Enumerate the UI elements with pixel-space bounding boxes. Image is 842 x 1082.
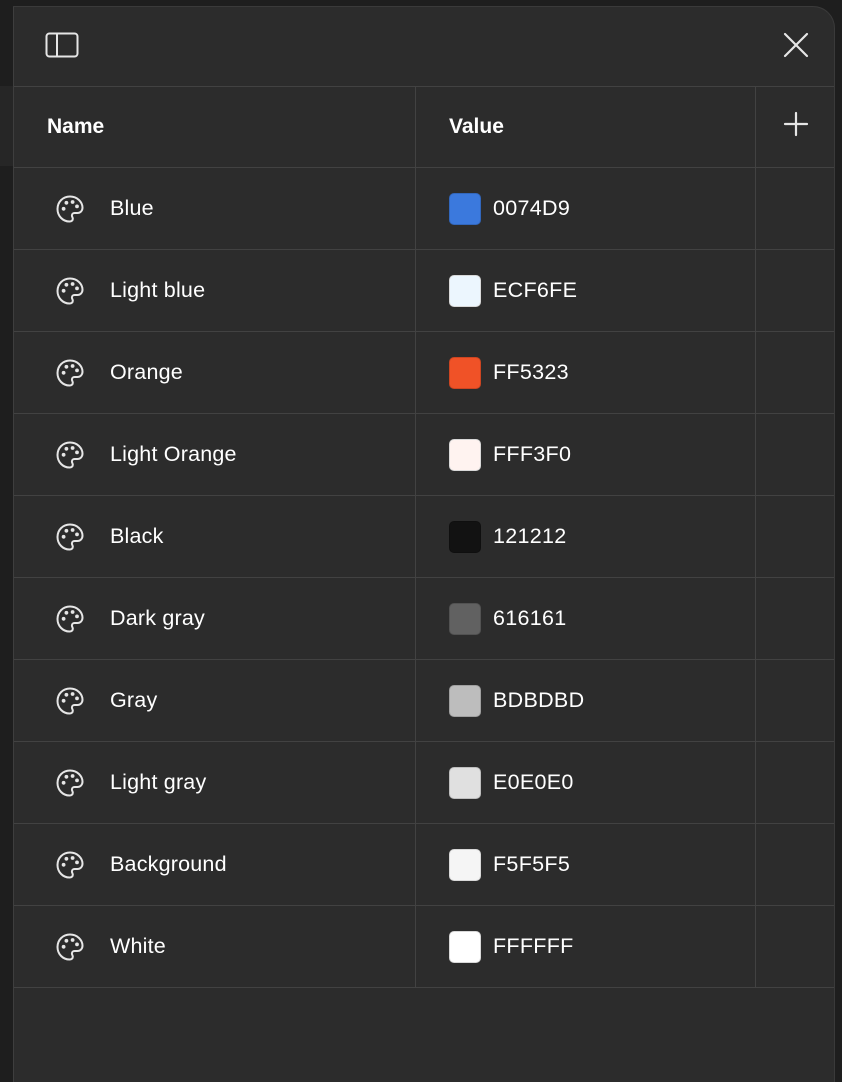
palette-icon — [54, 357, 86, 389]
hex-value: F5F5F5 — [493, 852, 571, 876]
variable-name: White — [110, 934, 166, 958]
variable-name: Orange — [110, 360, 183, 384]
name-cell[interactable]: Blue — [14, 168, 416, 249]
table-row[interactable]: Dark gray 616161 — [14, 578, 834, 660]
color-swatch[interactable] — [449, 766, 481, 799]
value-cell[interactable]: BDBDBD — [416, 660, 756, 741]
color-swatch[interactable] — [449, 192, 481, 225]
table-header-row: Name Value — [14, 86, 834, 168]
extra-cell — [756, 824, 834, 905]
hex-value: 121212 — [493, 524, 567, 548]
table-row[interactable]: Light Orange FFF3F0 — [14, 414, 834, 496]
table-body: Blue 0074D9 Light blue ECF6FE Orange FF5… — [14, 168, 834, 988]
variables-table: Name Value Blue 0074D9 Light blue ECF6FE… — [14, 86, 834, 988]
sidebar-toggle-button[interactable] — [36, 27, 88, 67]
hex-value: E0E0E0 — [493, 770, 574, 794]
value-cell[interactable]: FF5323 — [416, 332, 756, 413]
name-cell[interactable]: Light blue — [14, 250, 416, 331]
variable-name: Dark gray — [110, 606, 205, 630]
extra-cell — [756, 250, 834, 331]
variable-name: Black — [110, 524, 164, 548]
variable-name: Light blue — [110, 278, 206, 302]
value-cell[interactable]: F5F5F5 — [416, 824, 756, 905]
hex-value: FFF3F0 — [493, 442, 572, 466]
header-cell-name: Name — [14, 86, 416, 167]
variable-name: Light Orange — [110, 442, 237, 466]
value-cell[interactable]: FFF3F0 — [416, 414, 756, 495]
palette-icon — [54, 685, 86, 717]
color-swatch[interactable] — [449, 438, 481, 471]
palette-icon — [54, 603, 86, 635]
hex-value: 0074D9 — [493, 196, 571, 220]
variable-name: Gray — [110, 688, 158, 712]
value-cell[interactable]: ECF6FE — [416, 250, 756, 331]
palette-icon — [54, 193, 86, 225]
extra-cell — [756, 660, 834, 741]
name-cell[interactable]: Light Orange — [14, 414, 416, 495]
extra-cell — [756, 742, 834, 823]
plus-icon — [783, 111, 809, 142]
column-header-value: Value — [449, 114, 504, 138]
color-swatch[interactable] — [449, 602, 481, 635]
palette-icon — [54, 931, 86, 963]
value-cell[interactable]: FFFFFF — [416, 906, 756, 987]
name-cell[interactable]: Orange — [14, 332, 416, 413]
color-swatch[interactable] — [449, 356, 481, 389]
color-swatch[interactable] — [449, 520, 481, 553]
extra-cell — [756, 168, 834, 249]
extra-cell — [756, 496, 834, 577]
hex-value: 616161 — [493, 606, 567, 630]
palette-icon — [54, 275, 86, 307]
value-cell[interactable]: E0E0E0 — [416, 742, 756, 823]
name-cell[interactable]: White — [14, 906, 416, 987]
hex-value: BDBDBD — [493, 688, 585, 712]
close-icon — [783, 32, 809, 63]
color-swatch[interactable] — [449, 684, 481, 717]
table-row[interactable]: Light gray E0E0E0 — [14, 742, 834, 824]
table-row[interactable]: White FFFFFF — [14, 906, 834, 988]
table-row[interactable]: Black 121212 — [14, 496, 834, 578]
color-swatch[interactable] — [449, 274, 481, 307]
name-cell[interactable]: Dark gray — [14, 578, 416, 659]
value-cell[interactable]: 121212 — [416, 496, 756, 577]
variable-name: Background — [110, 852, 227, 876]
panel-toolbar — [14, 7, 834, 87]
add-variable-button[interactable] — [776, 107, 816, 147]
table-row[interactable]: Light blue ECF6FE — [14, 250, 834, 332]
table-row[interactable]: Gray BDBDBD — [14, 660, 834, 742]
hex-value: FFFFFF — [493, 934, 574, 958]
color-variables-panel: Name Value Blue 0074D9 Light blue ECF6FE… — [13, 6, 835, 1082]
name-cell[interactable]: Black — [14, 496, 416, 577]
color-swatch[interactable] — [449, 848, 481, 881]
variable-name: Blue — [110, 196, 154, 220]
table-row[interactable]: Background F5F5F5 — [14, 824, 834, 906]
hex-value: FF5323 — [493, 360, 569, 384]
palette-icon — [54, 439, 86, 471]
header-cell-value: Value — [416, 86, 756, 167]
close-button[interactable] — [770, 27, 822, 67]
extra-cell — [756, 578, 834, 659]
column-header-name: Name — [47, 114, 105, 138]
name-cell[interactable]: Light gray — [14, 742, 416, 823]
extra-cell — [756, 414, 834, 495]
extra-cell — [756, 332, 834, 413]
palette-icon — [54, 521, 86, 553]
value-cell[interactable]: 616161 — [416, 578, 756, 659]
table-row[interactable]: Blue 0074D9 — [14, 168, 834, 250]
palette-icon — [54, 849, 86, 881]
hex-value: ECF6FE — [493, 278, 578, 302]
value-cell[interactable]: 0074D9 — [416, 168, 756, 249]
palette-icon — [54, 767, 86, 799]
name-cell[interactable]: Gray — [14, 660, 416, 741]
table-row[interactable]: Orange FF5323 — [14, 332, 834, 414]
header-cell-add — [756, 86, 834, 167]
variable-name: Light gray — [110, 770, 207, 794]
sidebar-panel-icon — [45, 32, 79, 63]
name-cell[interactable]: Background — [14, 824, 416, 905]
backdrop-strip — [0, 86, 13, 166]
color-swatch[interactable] — [449, 930, 481, 963]
extra-cell — [756, 906, 834, 987]
